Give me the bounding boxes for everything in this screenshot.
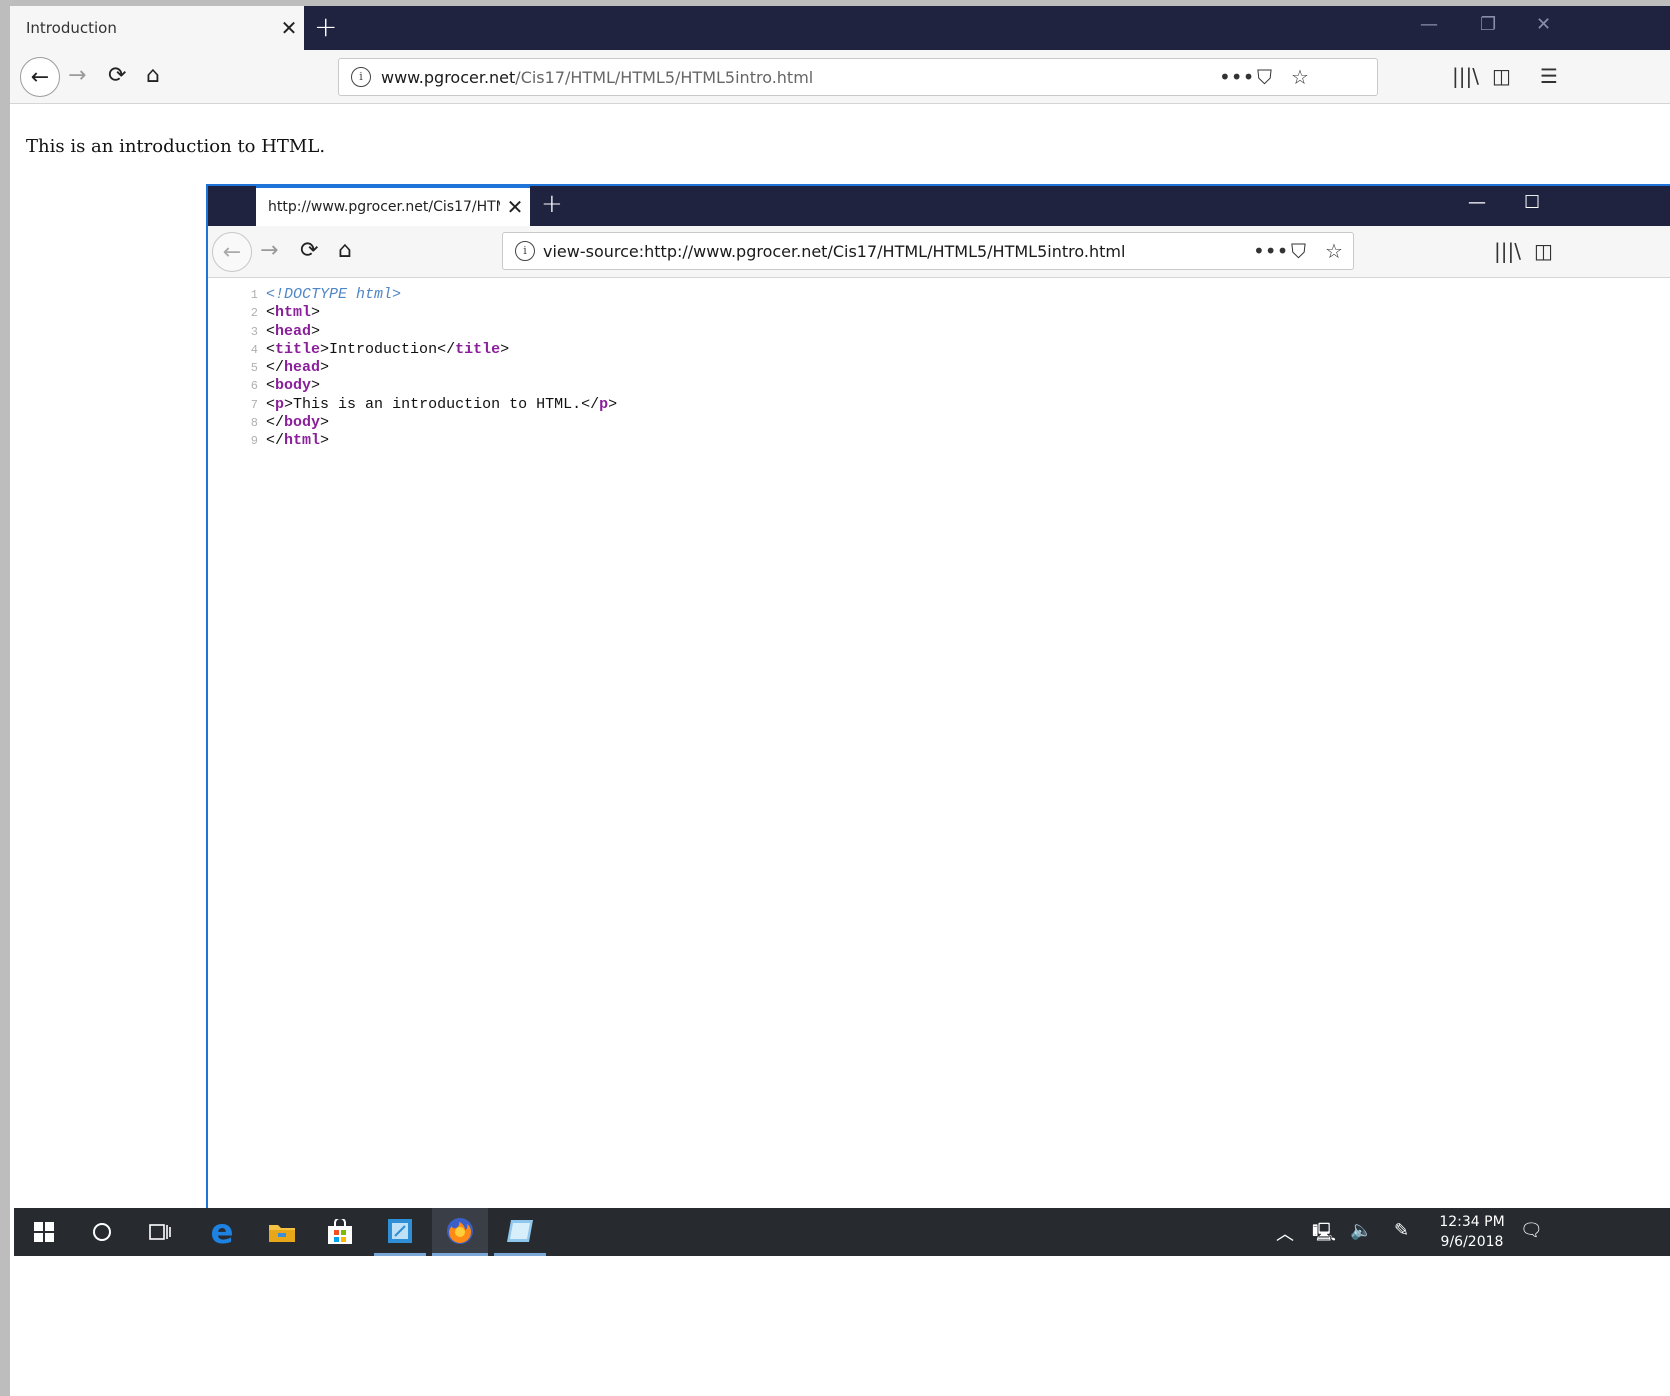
bookmark-star-icon[interactable]: ☆: [1291, 65, 1309, 89]
task-view-icon[interactable]: [134, 1208, 186, 1256]
window-close-icon[interactable]: ✕: [1536, 14, 1551, 35]
maximize-icon[interactable]: ☐: [1524, 192, 1540, 213]
line-number: 4: [250, 342, 258, 357]
clock-date: 9/6/2018: [1440, 1234, 1504, 1250]
hamburger-menu-icon[interactable]: ☰: [1540, 65, 1558, 87]
site-info-icon[interactable]: i: [515, 241, 535, 261]
outer-tab-introduction[interactable]: Introduction ✕: [10, 6, 304, 50]
source-line: 1 <!DOCTYPE html>: [208, 286, 617, 304]
page-actions-menu-icon[interactable]: •••: [1219, 65, 1254, 89]
site-info-icon[interactable]: i: [351, 67, 371, 87]
source-code: <!DOCTYPE html>: [266, 286, 402, 303]
library-icon[interactable]: |||\: [1452, 65, 1479, 87]
inner-tab-view-source[interactable]: http://www.pgrocer.net/Cis17/HTML/HTML5/…: [256, 186, 530, 226]
library-icon[interactable]: |||\: [1494, 240, 1521, 262]
source-line: 8 </body>: [208, 414, 617, 432]
restore-icon[interactable]: ❐: [1480, 14, 1496, 35]
outer-navigation-toolbar: ← → ⟳ ⌂ i www.pgrocer.net/Cis17/HTML/HTM…: [10, 50, 1670, 104]
line-number: 8: [250, 416, 258, 431]
reload-icon[interactable]: ⟳: [108, 63, 126, 89]
outer-address-bar[interactable]: i www.pgrocer.net/Cis17/HTML/HTML5/HTML5…: [338, 58, 1378, 96]
inner-address-bar[interactable]: i view-source:http://www.pgrocer.net/Cis…: [502, 232, 1354, 270]
page-actions-menu-icon[interactable]: •••: [1253, 239, 1288, 263]
volume-icon[interactable]: 🔈: [1350, 1220, 1372, 1241]
screen-tool-app-icon[interactable]: [494, 1208, 546, 1256]
source-code: </head>: [266, 359, 330, 377]
page-paragraph: This is an introduction to HTML.: [26, 136, 326, 157]
inner-tab-strip: http://www.pgrocer.net/Cis17/HTML/HTML5/…: [208, 186, 1670, 226]
line-number: 2: [250, 306, 258, 321]
back-arrow-icon[interactable]: ←: [212, 232, 252, 272]
line-number: 1: [250, 288, 258, 302]
new-tab-plus-icon[interactable]: +: [314, 12, 337, 42]
forward-arrow-icon[interactable]: →: [68, 63, 86, 89]
start-windows-icon[interactable]: [18, 1208, 70, 1256]
source-line: 5 </head>: [208, 359, 617, 377]
action-center-notification-icon[interactable]: 🗨: [1520, 1220, 1543, 1241]
source-line: 2 <html>: [208, 304, 617, 322]
new-tab-plus-icon[interactable]: +: [541, 189, 563, 219]
source-code: </html>: [266, 432, 330, 450]
inner-navigation-toolbar: ← → ⟳ ⌂ i view-source:http://www.pgrocer…: [208, 226, 1670, 278]
back-arrow-icon[interactable]: ←: [20, 57, 60, 97]
file-explorer-folder-icon[interactable]: [256, 1208, 308, 1256]
line-number: 9: [250, 434, 258, 449]
bookmark-star-icon[interactable]: ☆: [1325, 239, 1343, 263]
notepad-app-icon[interactable]: [374, 1208, 426, 1256]
view-source-browser-window: http://www.pgrocer.net/Cis17/HTML/HTML5/…: [206, 184, 1670, 1214]
inner-tab-title: http://www.pgrocer.net/Cis17/HTML/HTML5/…: [268, 199, 500, 215]
outer-tab-strip: Introduction ✕ + — ❐ ✕: [10, 6, 1670, 50]
line-number: 3: [250, 324, 258, 339]
url-path: /Cis17/HTML/HTML5/HTML5intro.html: [515, 68, 814, 87]
minimize-icon[interactable]: —: [1420, 14, 1438, 35]
line-number: 6: [250, 379, 258, 394]
outer-tab-title: Introduction: [26, 19, 117, 37]
source-code: <body>: [266, 377, 321, 395]
source-code-listing: 1 <!DOCTYPE html> 2 <html> 3 <head> 4 <title>In…: [208, 286, 617, 451]
source-line: 6 <body>: [208, 377, 617, 395]
pocket-icon[interactable]: ⛉: [1257, 65, 1272, 89]
line-number: 7: [250, 397, 258, 412]
close-icon[interactable]: ✕: [274, 16, 304, 40]
store-bag-icon[interactable]: [314, 1208, 366, 1256]
home-icon[interactable]: ⌂: [146, 63, 160, 89]
source-code: <title>Introduction</title>: [266, 340, 510, 358]
minimize-icon[interactable]: —: [1468, 192, 1486, 213]
sidebar-icon[interactable]: ◫: [1492, 65, 1511, 87]
edge-browser-icon[interactable]: e: [196, 1208, 248, 1256]
windows-taskbar: e ︿ 🖳 🔈 ✎ 12:34 PM 9/6/2018 🗨: [14, 1208, 1670, 1256]
network-icon[interactable]: 🖳: [1312, 1220, 1336, 1250]
source-code: <p>This is an introduction to HTML.</p>: [266, 395, 618, 413]
firefox-app-icon[interactable]: [432, 1208, 488, 1256]
close-icon[interactable]: ✕: [500, 195, 530, 219]
show-hidden-icons-chevron-icon[interactable]: ︿: [1276, 1220, 1294, 1246]
inner-url-text: view-source:http://www.pgrocer.net/Cis17…: [543, 242, 1126, 261]
taskbar-clock[interactable]: 12:34 PM 9/6/2018: [1432, 1212, 1512, 1252]
outer-url-text: www.pgrocer.net/Cis17/HTML/HTML5/HTML5in…: [381, 68, 813, 87]
reload-icon[interactable]: ⟳: [300, 238, 318, 264]
source-line: 9 </html>: [208, 432, 617, 450]
source-line: 7 <p>This is an introduction to HTML.</p>: [208, 396, 617, 414]
pen-ink-workspace-icon[interactable]: ✎: [1394, 1220, 1409, 1241]
home-icon[interactable]: ⌂: [338, 238, 352, 264]
forward-arrow-icon[interactable]: →: [260, 238, 278, 264]
source-code: <head>: [266, 322, 321, 340]
source-code: </body>: [266, 414, 330, 432]
cortana-search-icon[interactable]: [76, 1208, 128, 1256]
line-number: 5: [250, 361, 258, 376]
source-line: 3 <head>: [208, 323, 617, 341]
url-domain: www.pgrocer.net: [381, 68, 516, 87]
window-frame-left: [0, 0, 10, 1396]
source-code: <html>: [266, 304, 321, 322]
sidebar-icon[interactable]: ◫: [1534, 240, 1553, 262]
source-line: 4 <title>Introduction</title>: [208, 341, 617, 359]
clock-time: 12:34 PM: [1439, 1214, 1505, 1230]
pocket-icon[interactable]: ⛉: [1291, 239, 1306, 263]
